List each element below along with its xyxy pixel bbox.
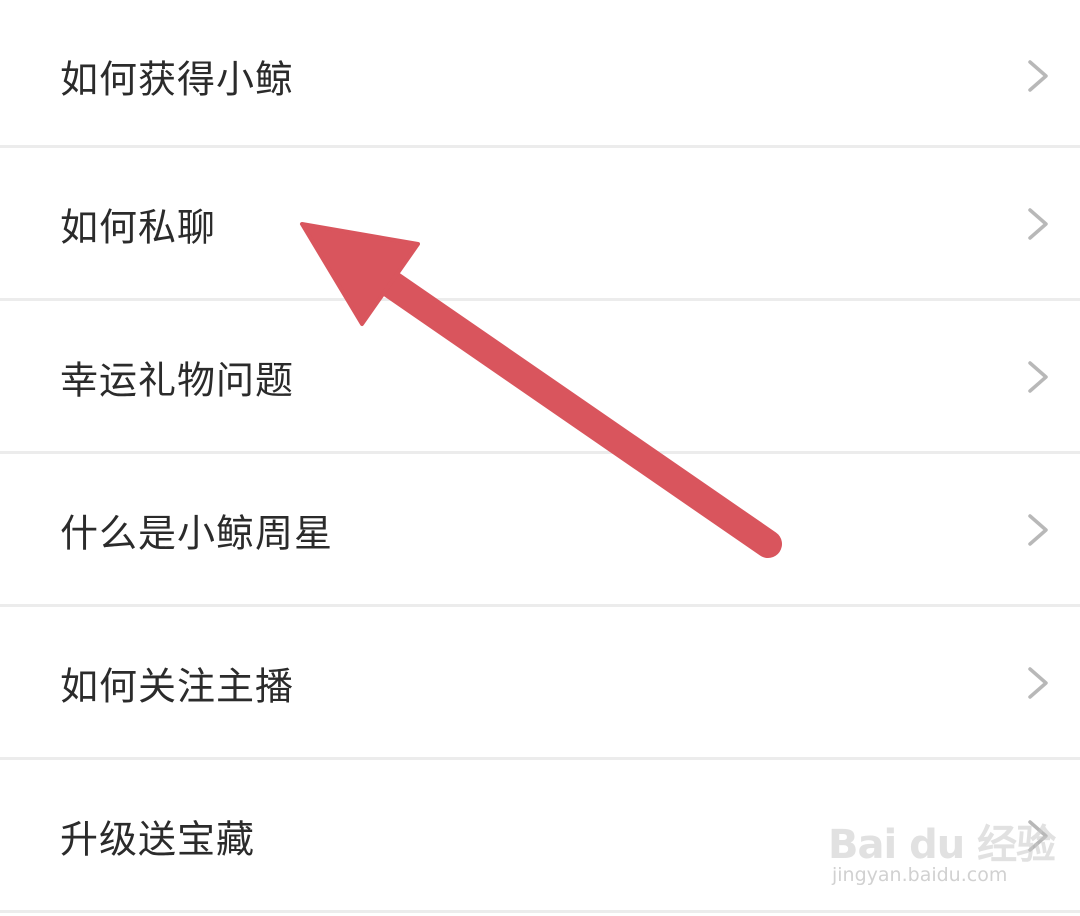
menu-item-get-xiaojing[interactable]: 如何获得小鲸 (0, 0, 1080, 151)
menu-item-upgrade-treasure[interactable]: 升级送宝藏 (0, 760, 1080, 911)
chevron-right-icon (1028, 360, 1048, 393)
chevron-right-icon (1028, 819, 1048, 852)
menu-item-label: 如何私聊 (60, 205, 217, 249)
menu-item-label: 幸运礼物问题 (60, 358, 295, 402)
menu-item-label: 什么是小鲸周星 (60, 511, 334, 555)
chevron-right-icon (1028, 513, 1048, 546)
chevron-right-icon (1028, 207, 1048, 240)
menu-item-label: 如何关注主播 (60, 664, 295, 708)
help-menu-list: 如何获得小鲸 如何私聊 幸运礼物问题 什么是小鲸周星 如何关注主播 升级送宝藏 (0, 0, 1080, 916)
chevron-right-icon (1028, 59, 1048, 92)
menu-item-follow-host[interactable]: 如何关注主播 (0, 607, 1080, 758)
menu-item-lucky-gift[interactable]: 幸运礼物问题 (0, 301, 1080, 452)
divider (0, 910, 1080, 913)
menu-item-weekly-star[interactable]: 什么是小鲸周星 (0, 454, 1080, 605)
menu-item-label: 如何获得小鲸 (60, 57, 295, 101)
chevron-right-icon (1028, 666, 1048, 699)
menu-item-label: 升级送宝藏 (60, 817, 256, 861)
menu-item-private-chat[interactable]: 如何私聊 (0, 148, 1080, 299)
